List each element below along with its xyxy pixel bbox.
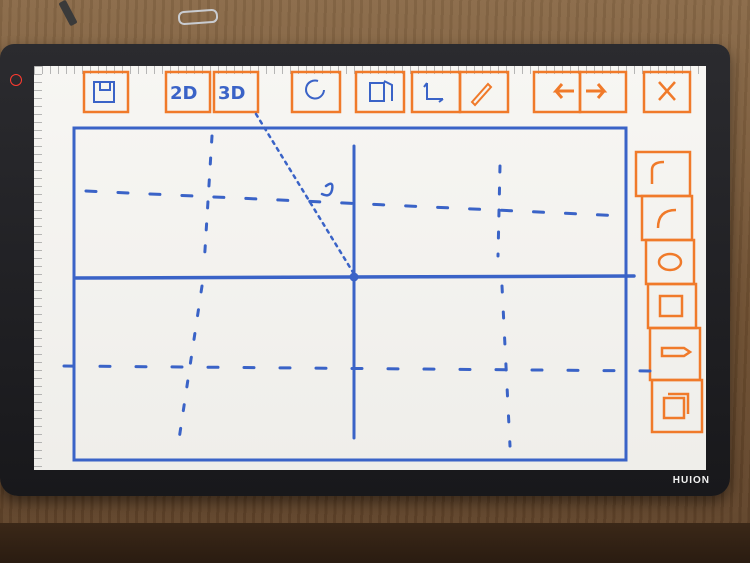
pencil-icon xyxy=(660,346,693,358)
close-icon xyxy=(658,81,676,101)
canvas-grid xyxy=(62,112,656,462)
cube-icon xyxy=(662,392,690,420)
right-dashed-vertical xyxy=(496,164,502,258)
3d-button-label: 3D xyxy=(218,83,245,104)
curve-corner-button[interactable] xyxy=(634,150,692,198)
left-dashed-vertical xyxy=(202,134,214,268)
light-tablet: 2D 3D HUION xyxy=(0,44,730,496)
flip-button[interactable] xyxy=(354,70,406,114)
rotate-icon xyxy=(305,79,325,100)
right-arrow-icon xyxy=(586,83,608,99)
perspective-dotted-line xyxy=(254,112,356,276)
left-arrow-icon xyxy=(552,83,574,99)
desk-edge xyxy=(0,523,750,563)
square-icon xyxy=(658,294,684,318)
rotate-button[interactable] xyxy=(290,70,342,114)
brand-label: HUION xyxy=(672,475,710,486)
pen-button[interactable] xyxy=(458,70,510,114)
pencil-tool-button[interactable] xyxy=(648,326,702,382)
right-lower-dashed-vertical xyxy=(500,284,512,448)
ellipse-button[interactable] xyxy=(644,238,696,286)
arc-button[interactable] xyxy=(640,194,694,242)
side-toolbar xyxy=(634,150,704,434)
axes-button[interactable] xyxy=(410,70,462,114)
pen-icon xyxy=(470,82,493,107)
square-button[interactable] xyxy=(646,282,698,330)
paper-clip xyxy=(177,8,219,26)
corner-icon xyxy=(650,160,665,184)
power-icon[interactable] xyxy=(10,74,22,86)
axes-icon xyxy=(423,82,444,103)
save-button[interactable] xyxy=(82,70,130,114)
rotation-sketch-icon xyxy=(320,182,334,197)
2d-button-label: 2D xyxy=(170,83,197,104)
flip-icon xyxy=(369,80,393,102)
ui-sketch-drawing: 2D 3D xyxy=(62,70,704,462)
ellipse-icon xyxy=(657,252,683,272)
canvas-frame xyxy=(72,126,628,462)
cube-button[interactable] xyxy=(650,378,704,434)
arc-icon xyxy=(656,208,677,229)
lower-dashed-guide xyxy=(62,364,656,373)
floppy-disk-icon xyxy=(93,81,115,103)
